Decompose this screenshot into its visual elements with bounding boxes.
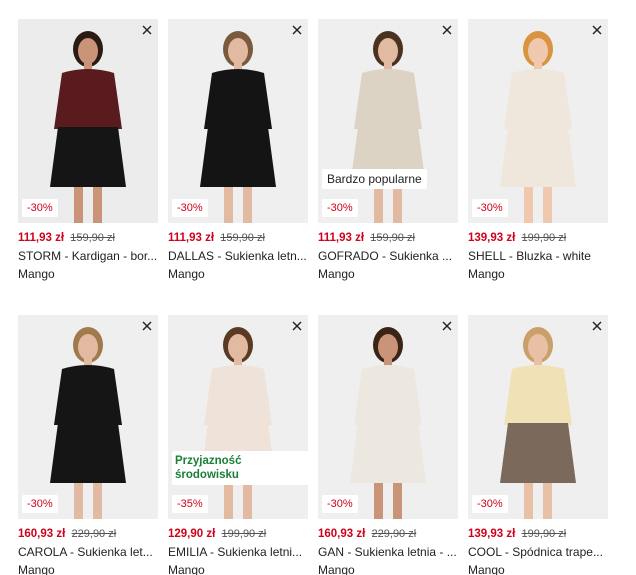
close-icon[interactable] xyxy=(288,317,306,335)
original-price: 159,90 zł xyxy=(220,232,265,244)
product-name[interactable]: STORM - Kardigan - bor... xyxy=(18,249,158,263)
current-price: 160,93 zł xyxy=(318,528,366,540)
discount-badge: -30% xyxy=(322,199,358,217)
discount-badge: -30% xyxy=(472,199,508,217)
product-photo xyxy=(168,19,308,223)
product-card[interactable]: Bardzo popularne -30% 111,93 zł 159,90 z… xyxy=(318,19,458,281)
discount-badge: -30% xyxy=(22,495,58,513)
price-line: 111,93 zł 159,90 zł xyxy=(168,231,308,245)
product-card[interactable]: -30% 111,93 zł 159,90 zł STORM - Kardiga… xyxy=(18,19,158,281)
brand-name: Mango xyxy=(18,563,55,575)
price-line: 160,93 zł 229,90 zł xyxy=(318,527,458,541)
original-price: 199,90 zł xyxy=(521,232,567,244)
brand-name: Mango xyxy=(468,563,505,575)
product-flag-badge: Przyjazność środowisku xyxy=(172,451,308,485)
product-name[interactable]: COOL - Spódnica trape... xyxy=(468,545,608,559)
original-price: 199,90 zł xyxy=(221,528,267,540)
price-line: 139,93 zł 199,90 zł xyxy=(468,527,608,541)
product-name[interactable]: GOFRADO - Sukienka ... xyxy=(318,249,458,263)
product-name[interactable]: GAN - Sukienka letnia - ... xyxy=(318,545,458,559)
brand-name: Mango xyxy=(168,563,205,575)
product-image[interactable]: -30% xyxy=(468,315,608,519)
brand-name: Mango xyxy=(168,267,205,281)
product-photo xyxy=(168,315,308,519)
current-price: 160,93 zł xyxy=(18,528,66,540)
product-image[interactable]: Bardzo popularne -30% xyxy=(318,19,458,223)
product-photo xyxy=(18,315,158,519)
product-image[interactable]: -30% xyxy=(168,19,308,223)
product-row-2: -30% 160,93 zł 229,90 zł CAROLA - Sukien… xyxy=(18,315,618,575)
original-price: 229,90 zł xyxy=(71,528,117,540)
price-line: 139,93 zł 199,90 zł xyxy=(468,231,608,245)
brand-name: Mango xyxy=(318,267,355,281)
close-icon[interactable] xyxy=(288,21,306,39)
product-card[interactable]: -30% 139,93 zł 199,90 zł COOL - Spódnica… xyxy=(468,315,608,575)
price-line: 111,93 zł 159,90 zł xyxy=(318,231,458,245)
current-price: 111,93 zł xyxy=(318,232,365,244)
product-photo xyxy=(468,19,608,223)
current-price: 129,90 zł xyxy=(168,528,216,540)
product-name[interactable]: CAROLA - Sukienka let... xyxy=(18,545,158,559)
price-line: 160,93 zł 229,90 zł xyxy=(18,527,158,541)
product-flag-badge: Bardzo popularne xyxy=(322,169,427,189)
discount-badge: -30% xyxy=(22,199,58,217)
product-name[interactable]: EMILIA - Sukienka letni... xyxy=(168,545,308,559)
current-price: 111,93 zł xyxy=(18,232,65,244)
product-image[interactable]: Przyjazność środowisku -35% xyxy=(168,315,308,519)
original-price: 159,90 zł xyxy=(370,232,415,244)
discount-badge: -30% xyxy=(322,495,358,513)
discount-badge: -30% xyxy=(172,199,208,217)
product-name[interactable]: DALLAS - Sukienka letn... xyxy=(168,249,308,263)
price-line: 129,90 zł 199,90 zł xyxy=(168,527,308,541)
brand-name: Mango xyxy=(318,563,355,575)
product-name[interactable]: SHELL - Bluzka - white xyxy=(468,249,608,263)
current-price: 139,93 zł xyxy=(468,232,516,244)
close-icon[interactable] xyxy=(588,317,606,335)
product-image[interactable]: -30% xyxy=(318,315,458,519)
product-grid: -30% 111,93 zł 159,90 zł STORM - Kardiga… xyxy=(18,19,618,575)
brand-name: Mango xyxy=(18,267,55,281)
product-photo xyxy=(468,315,608,519)
product-card[interactable]: -30% 139,93 zł 199,90 zł SHELL - Bluzka … xyxy=(468,19,608,281)
product-photo xyxy=(18,19,158,223)
price-line: 111,93 zł 159,90 zł xyxy=(18,231,158,245)
product-photo xyxy=(318,315,458,519)
discount-badge: -30% xyxy=(472,495,508,513)
close-icon[interactable] xyxy=(588,21,606,39)
close-icon[interactable] xyxy=(138,317,156,335)
original-price: 159,90 zł xyxy=(70,232,115,244)
product-card[interactable]: Przyjazność środowisku -35% 129,90 zł 19… xyxy=(168,315,308,575)
brand-name: Mango xyxy=(468,267,505,281)
product-card[interactable]: -30% 111,93 zł 159,90 zł DALLAS - Sukien… xyxy=(168,19,308,281)
current-price: 139,93 zł xyxy=(468,528,516,540)
product-card[interactable]: -30% 160,93 zł 229,90 zł CAROLA - Sukien… xyxy=(18,315,158,575)
product-image[interactable]: -30% xyxy=(18,19,158,223)
discount-badge: -35% xyxy=(172,495,208,513)
original-price: 199,90 zł xyxy=(521,528,567,540)
current-price: 111,93 zł xyxy=(168,232,215,244)
product-image[interactable]: -30% xyxy=(18,315,158,519)
product-card[interactable]: -30% 160,93 zł 229,90 zł GAN - Sukienka … xyxy=(318,315,458,575)
close-icon[interactable] xyxy=(438,317,456,335)
original-price: 229,90 zł xyxy=(371,528,417,540)
product-photo xyxy=(318,19,458,223)
product-row-1: -30% 111,93 zł 159,90 zł STORM - Kardiga… xyxy=(18,19,618,281)
close-icon[interactable] xyxy=(138,21,156,39)
product-image[interactable]: -30% xyxy=(468,19,608,223)
close-icon[interactable] xyxy=(438,21,456,39)
